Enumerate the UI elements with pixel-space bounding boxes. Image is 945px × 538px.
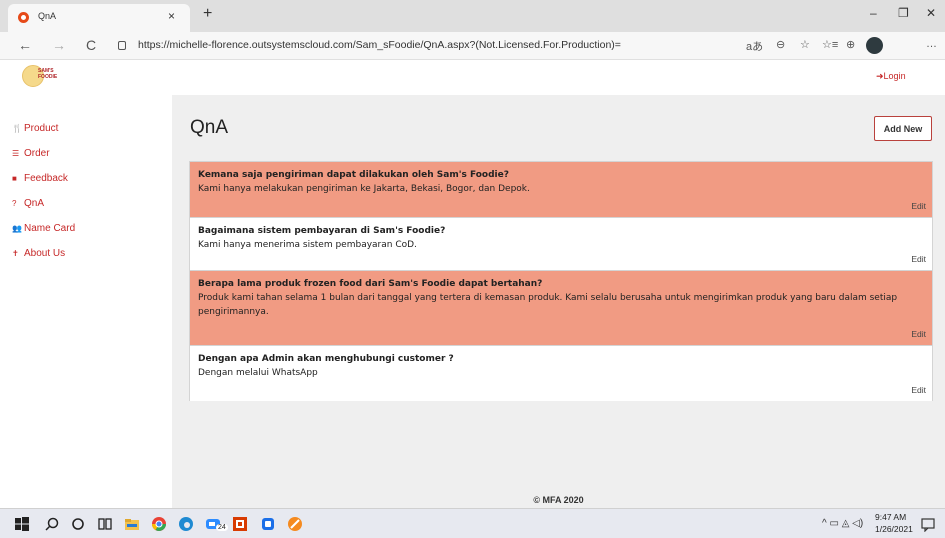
favicon-icon	[18, 12, 29, 23]
tab-qna[interactable]: QnA ×	[8, 4, 190, 32]
minimize-button[interactable]: –	[870, 6, 877, 20]
edit-link[interactable]: Edit	[911, 254, 926, 264]
task-view-icon[interactable]	[97, 516, 113, 532]
login-icon: ➜	[876, 71, 884, 81]
refresh-button[interactable]: C	[86, 37, 96, 53]
sidebar: 🍴 Product ☰ Order ■ Feedback ? QnA 👥 Name Car…	[0, 95, 172, 508]
read-aloud-icon[interactable]: aあ	[746, 38, 763, 54]
notification-badge: 24	[216, 524, 228, 531]
drawing-app-icon[interactable]	[287, 516, 303, 532]
add-new-button[interactable]: Add New	[874, 116, 932, 141]
address-bar: ← → C https://michelle-florence.outsyste…	[0, 32, 945, 60]
sidebar-item-name-card[interactable]: 👥 Name Card	[12, 223, 75, 234]
window-close-button[interactable]: ✕	[926, 6, 936, 20]
chat-app-icon[interactable]	[260, 516, 276, 532]
tab-close-icon[interactable]: ×	[168, 9, 175, 23]
site-header: SAM'S FOODIE ➜Login	[0, 60, 945, 95]
more-menu-icon[interactable]: …	[926, 38, 937, 50]
restore-button[interactable]: ❐	[898, 6, 909, 20]
sidebar-item-qna[interactable]: ? QnA	[12, 198, 44, 209]
qna-question: Dengan apa Admin akan menghubungi custom…	[198, 354, 454, 364]
sidebar-item-order[interactable]: ☰ Order	[12, 148, 50, 159]
office-icon[interactable]	[232, 516, 248, 532]
page-title: QnA	[190, 117, 229, 138]
search-icon[interactable]	[44, 516, 60, 532]
sidebar-item-feedback[interactable]: ■ Feedback	[12, 173, 68, 184]
list-icon: ☰	[12, 149, 20, 158]
clock-time[interactable]: 9:47 AM	[875, 512, 906, 522]
notifications-icon[interactable]	[920, 516, 936, 532]
sidebar-item-about-us[interactable]: ✝ About Us	[12, 248, 65, 259]
main-content: QnA Add New Kemana saja pengiriman dapat…	[172, 95, 945, 508]
question-icon: ?	[12, 199, 17, 208]
edit-link[interactable]: Edit	[911, 329, 926, 339]
qna-answer: Produk kami tahan selama 1 bulan dari ta…	[198, 293, 898, 317]
users-icon: 👥	[12, 224, 22, 233]
footer-copyright: © MFA 2020	[533, 495, 584, 505]
back-button[interactable]: ←	[18, 37, 32, 53]
forward-button[interactable]: →	[52, 37, 66, 53]
cortana-icon[interactable]	[70, 516, 86, 532]
web-page: SAM'S FOODIE ➜Login 🍴 Product ☰ Order ■ Fee…	[0, 60, 945, 508]
login-link[interactable]: ➜Login	[876, 71, 906, 82]
tab-title: QnA	[38, 11, 57, 21]
qna-question: Kemana saja pengiriman dapat dilakukan o…	[198, 170, 509, 180]
windows-start-icon[interactable]	[14, 516, 30, 532]
collections-icon[interactable]: ⊕	[846, 38, 855, 51]
qna-answer: Kami hanya melakukan pengiriman ke Jakar…	[198, 184, 530, 194]
feedback-icon: ■	[12, 174, 17, 183]
qna-answer: Dengan melalui WhatsApp	[198, 368, 318, 378]
qna-item: Dengan apa Admin akan menghubungi custom…	[189, 346, 933, 401]
chrome-icon[interactable]	[151, 516, 167, 532]
logo-text: SAM'S FOODIE	[38, 68, 58, 80]
qna-item: Berapa lama produk frozen food dari Sam'…	[189, 271, 933, 346]
qna-item: Kemana saja pengiriman dapat dilakukan o…	[189, 162, 933, 218]
qna-answer: Kami hanya menerima sistem pembayaran Co…	[198, 240, 417, 250]
utensils-icon: 🍴	[12, 124, 22, 133]
zoom-icon[interactable]: ⊖	[776, 38, 785, 51]
favorite-icon[interactable]: ☆	[800, 38, 810, 51]
file-explorer-icon[interactable]	[124, 516, 140, 532]
edit-link[interactable]: Edit	[911, 201, 926, 211]
qna-question: Berapa lama produk frozen food dari Sam'…	[198, 279, 543, 289]
new-tab-button[interactable]: +	[203, 5, 212, 23]
lock-icon	[118, 41, 126, 50]
edit-link[interactable]: Edit	[911, 385, 926, 395]
qna-question: Bagaimana sistem pembayaran di Sam's Foo…	[198, 226, 446, 236]
browser-tab-strip: QnA × + – ❐ ✕	[0, 0, 945, 32]
info-icon: ✝	[12, 249, 19, 258]
favorites-list-icon[interactable]: ☆≡	[822, 38, 838, 51]
taskbar: 24 ^ ▭ ◬ ◁) 9:47 AM 1/26/2021	[0, 508, 945, 538]
sidebar-item-product[interactable]: 🍴 Product	[12, 123, 58, 134]
qna-item: Bagaimana sistem pembayaran di Sam's Foo…	[189, 218, 933, 271]
qna-list[interactable]: Kemana saja pengiriman dapat dilakukan o…	[189, 161, 933, 401]
profile-avatar[interactable]	[866, 37, 883, 54]
clock-date[interactable]: 1/26/2021	[875, 524, 913, 534]
edge-icon[interactable]	[178, 516, 194, 532]
system-tray-icons[interactable]: ^ ▭ ◬ ◁)	[822, 518, 863, 529]
url-field[interactable]: https://michelle-florence.outsystemsclou…	[138, 39, 621, 51]
